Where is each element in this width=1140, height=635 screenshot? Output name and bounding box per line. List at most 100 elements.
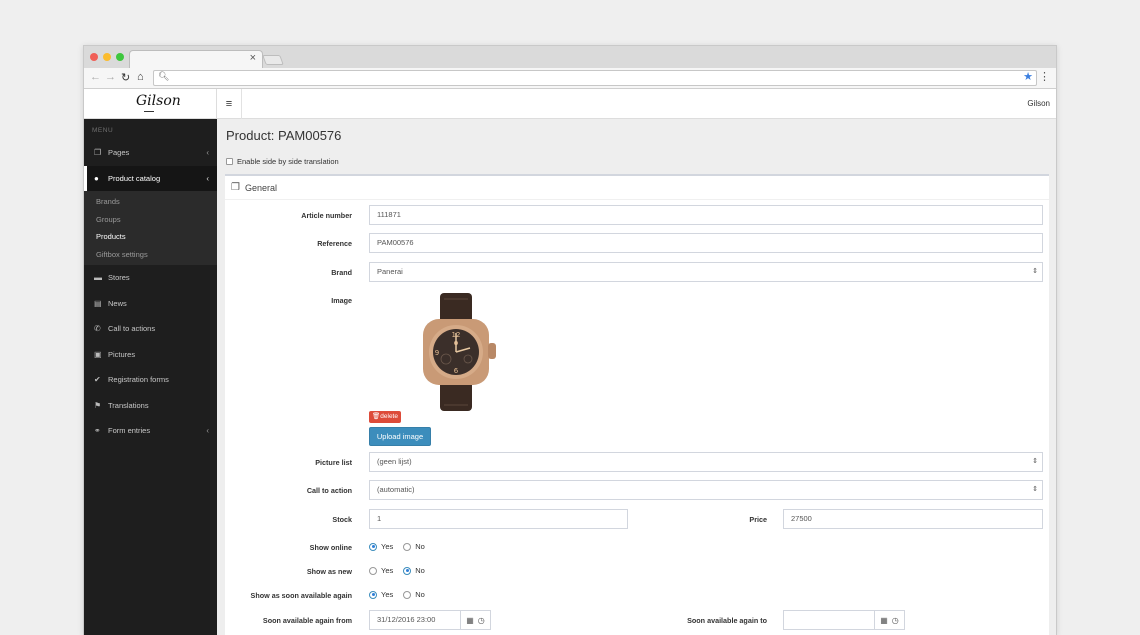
address-bar[interactable]: 🔍︎ ★ bbox=[153, 70, 1037, 86]
show-online-no-radio[interactable] bbox=[403, 542, 412, 551]
browser-menu-icon[interactable]: ⋮ bbox=[1039, 70, 1050, 83]
sidebar-item-stores[interactable]: ▬ Stores bbox=[84, 265, 217, 291]
call-to-action-select[interactable]: (automatic) ⇕ bbox=[369, 480, 1043, 500]
bookmark-star-icon[interactable]: ★ bbox=[1023, 70, 1033, 83]
maximize-window-button[interactable] bbox=[116, 53, 124, 61]
sidebar-item-product-catalog[interactable]: ● Product catalog ‹ bbox=[84, 165, 217, 191]
browser-window: × ← → ↻ ⌂ 🔍︎ ★ ⋮ Gilson ≡ Gilson MENU ❐ … bbox=[83, 45, 1057, 635]
show-as-new-no-radio[interactable] bbox=[403, 566, 412, 575]
yes-label: Yes bbox=[381, 590, 394, 599]
svg-text:6: 6 bbox=[454, 367, 459, 375]
new-tab-button[interactable] bbox=[262, 55, 284, 65]
sidebar-item-label: Product catalog bbox=[108, 173, 161, 183]
clock-icon[interactable]: ◷ bbox=[478, 616, 485, 625]
search-icon: 🔍︎ bbox=[158, 71, 170, 81]
tab-close-icon[interactable]: × bbox=[250, 52, 256, 64]
show-online-yes-radio[interactable] bbox=[369, 542, 377, 551]
article-number-label: Article number bbox=[301, 211, 352, 220]
image-label: Image bbox=[331, 296, 352, 305]
logo[interactable]: Gilson bbox=[136, 93, 181, 109]
sidebar-header: MENU bbox=[92, 127, 114, 134]
reload-icon[interactable]: ↻ bbox=[121, 71, 130, 84]
sidebar-item-label: Pictures bbox=[108, 349, 136, 359]
soon-to-picker[interactable]: ▦ ◷ bbox=[874, 610, 905, 630]
select-arrow-icon: ⇕ bbox=[1032, 486, 1038, 493]
picture-list-select[interactable]: (geen lijst) ⇕ bbox=[369, 452, 1043, 472]
main-content: Product: PAM00576 Enable side by side tr… bbox=[217, 119, 1056, 635]
sidebar-item-label: Translations bbox=[108, 400, 149, 410]
close-window-button[interactable] bbox=[90, 53, 98, 61]
sidebar-item-label: Form entries bbox=[108, 426, 151, 436]
article-number-input[interactable]: 111871 bbox=[369, 205, 1043, 225]
forward-icon[interactable]: → bbox=[105, 71, 116, 83]
upload-image-button[interactable]: Upload image bbox=[369, 427, 431, 446]
submenu-item-products[interactable]: Products bbox=[84, 228, 217, 246]
soon-to-input[interactable] bbox=[783, 610, 875, 630]
flag-icon: ⚑ bbox=[94, 400, 102, 410]
phone-icon: ✆ bbox=[94, 324, 101, 334]
delete-image-button[interactable]: 🗑︎delete bbox=[369, 411, 401, 423]
reference-input[interactable]: PAM00576 bbox=[369, 233, 1043, 253]
soon-from-input[interactable]: 31/12/2016 23:00 bbox=[369, 610, 461, 630]
browser-tab[interactable]: × bbox=[129, 50, 263, 68]
show-online-radio-group: Yes No bbox=[369, 542, 425, 551]
brand-bar: Gilson bbox=[84, 89, 217, 119]
logo-underline bbox=[144, 111, 154, 112]
brand-select[interactable]: Panerai ⇕ bbox=[369, 262, 1043, 282]
user-menu[interactable]: Gilson bbox=[1027, 99, 1050, 108]
sidebar-item-translations[interactable]: ⚑ Translations bbox=[84, 393, 217, 419]
show-as-new-radio-group: Yes No bbox=[369, 566, 425, 575]
soon-from-picker[interactable]: ▦ ◷ bbox=[460, 610, 491, 630]
chevron-left-icon: ‹ bbox=[206, 148, 209, 158]
general-panel: ❐ General Article number 111871 Referenc… bbox=[225, 174, 1049, 635]
picture-icon: ▣ bbox=[94, 349, 102, 359]
submenu-item-brands[interactable]: Brands bbox=[84, 193, 217, 211]
back-icon[interactable]: ← bbox=[90, 71, 101, 83]
show-online-label: Show online bbox=[309, 543, 352, 552]
calendar-icon[interactable]: ▦ bbox=[466, 616, 474, 625]
show-as-new-yes-radio[interactable] bbox=[369, 566, 377, 575]
sidebar-item-label: Stores bbox=[108, 273, 130, 283]
sidebar-item-label: Call to actions bbox=[108, 324, 156, 334]
soon-to-label: Soon available again to bbox=[687, 616, 767, 625]
sidebar-item-pages[interactable]: ❐ Pages ‹ bbox=[84, 140, 217, 166]
hamburger-menu-icon[interactable]: ≡ bbox=[217, 89, 242, 119]
submenu-item-giftbox-settings[interactable]: Giftbox settings bbox=[84, 246, 217, 264]
car-icon: ▬ bbox=[94, 273, 102, 283]
stock-input[interactable]: 1 bbox=[369, 509, 628, 529]
product-watch-image: 12 6 9 bbox=[423, 293, 496, 411]
show-soon-yes-radio[interactable] bbox=[369, 590, 377, 599]
sidebar-item-call-to-actions[interactable]: ✆ Call to actions bbox=[84, 316, 217, 342]
product-icon: ● bbox=[94, 173, 99, 183]
show-as-new-label: Show as new bbox=[306, 567, 352, 576]
sidebar-item-label: News bbox=[108, 298, 127, 308]
call-to-action-value: (automatic) bbox=[377, 485, 415, 494]
minimize-window-button[interactable] bbox=[103, 53, 111, 61]
price-label: Price bbox=[749, 515, 767, 524]
delete-label: delete bbox=[380, 413, 398, 420]
show-soon-radio-group: Yes No bbox=[369, 590, 425, 599]
picture-list-label: Picture list bbox=[315, 458, 352, 467]
submenu-item-groups[interactable]: Groups bbox=[84, 211, 217, 229]
home-icon[interactable]: ⌂ bbox=[137, 71, 144, 83]
show-soon-no-radio[interactable] bbox=[403, 590, 412, 599]
sidebar-item-pictures[interactable]: ▣ Pictures bbox=[84, 342, 217, 368]
no-label: No bbox=[415, 542, 425, 551]
translation-label: Enable side by side translation bbox=[237, 157, 339, 166]
check-icon: ✔ bbox=[94, 375, 101, 385]
sidebar-item-registration-forms[interactable]: ✔ Registration forms bbox=[84, 367, 217, 393]
soon-from-label: Soon available again from bbox=[262, 616, 352, 625]
price-input[interactable]: 27500 bbox=[783, 509, 1043, 529]
clock-icon[interactable]: ◷ bbox=[892, 616, 899, 625]
translation-toggle[interactable]: Enable side by side translation bbox=[226, 157, 339, 166]
picture-list-value: (geen lijst) bbox=[377, 457, 412, 466]
product-catalog-submenu: Brands Groups Products Giftbox settings bbox=[84, 191, 217, 265]
sidebar-item-news[interactable]: ▤ News bbox=[84, 291, 217, 317]
translation-checkbox[interactable] bbox=[226, 158, 233, 165]
sidebar-item-form-entries[interactable]: ⚭ Form entries ‹ bbox=[84, 418, 217, 444]
calendar-icon[interactable]: ▦ bbox=[880, 616, 888, 625]
chevron-left-icon: ‹ bbox=[206, 426, 209, 436]
tab-strip: × bbox=[84, 46, 1056, 68]
sidebar: MENU ❐ Pages ‹ ● Product catalog ‹ Brand… bbox=[84, 119, 217, 635]
svg-text:9: 9 bbox=[435, 349, 439, 357]
